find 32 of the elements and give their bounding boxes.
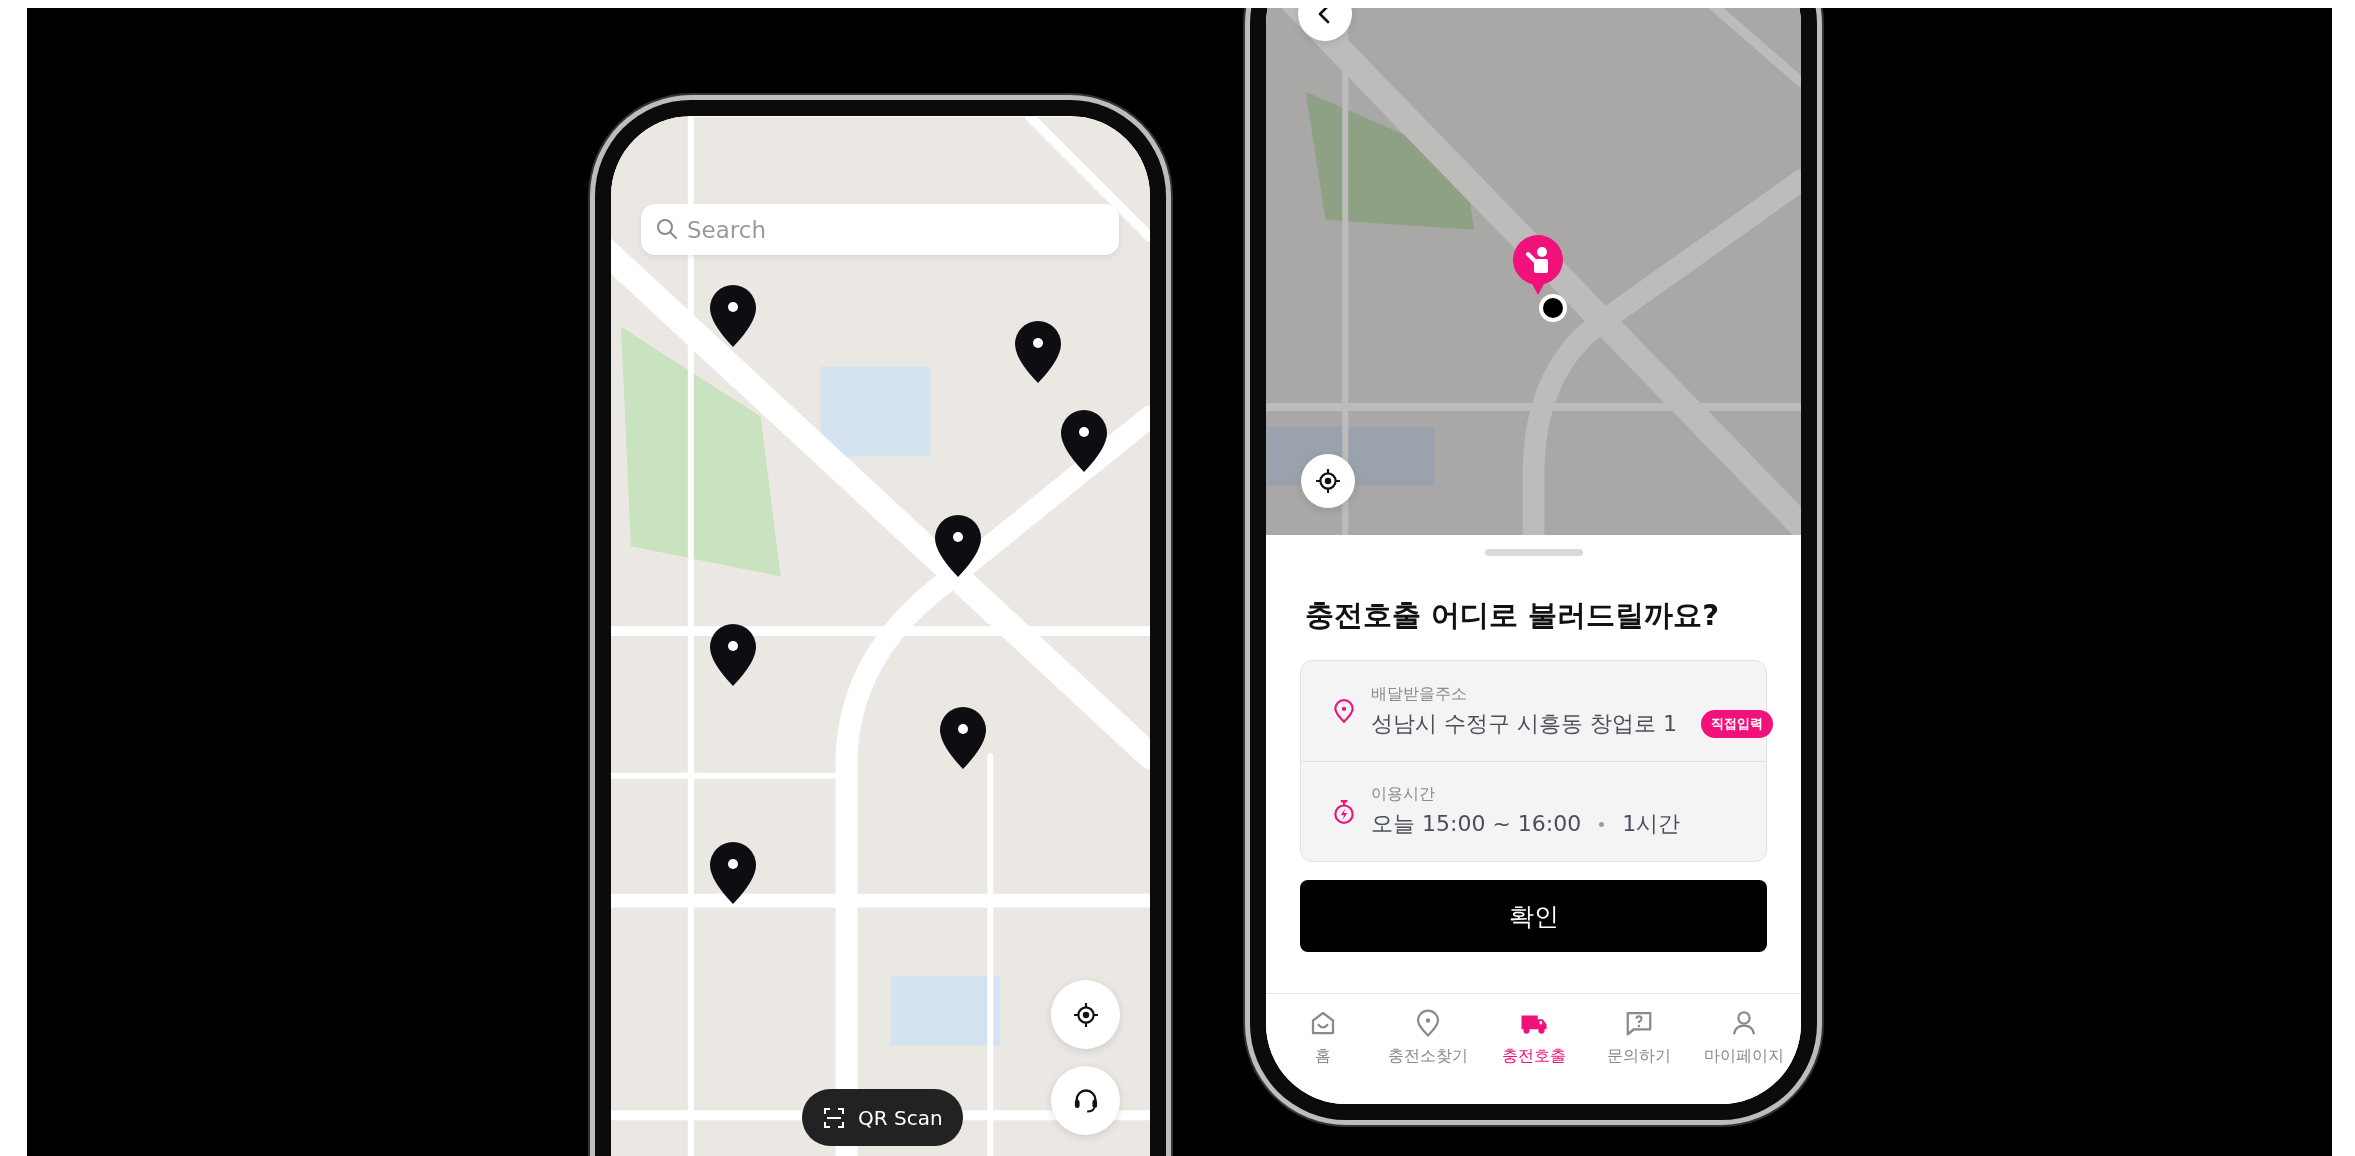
qr-scan-button[interactable]: QR Scan [802,1089,963,1146]
manual-input-button[interactable]: 직접입력 [1701,709,1773,738]
map-pin-icon[interactable] [938,705,988,771]
sheet-title: 충전호출 어디로 불러드릴까요? [1304,597,1720,634]
field-label: 배달받을주소 [1371,683,1468,705]
tab-item[interactable]: 홈 [1270,1008,1376,1067]
stopwatch-icon [1331,798,1357,825]
map-pin-icon[interactable] [708,840,758,906]
map-pin-icon[interactable] [933,513,983,579]
sheet-handle[interactable] [1484,549,1583,556]
map-pin-icon[interactable] [708,283,758,349]
field-label: 이용시간 [1371,784,1436,805]
scan-icon [822,1105,846,1130]
map-pin-icon[interactable] [1013,319,1063,385]
location-pin-icon [1331,698,1357,724]
crosshair-icon [1315,468,1341,494]
person-marker-icon [1512,234,1564,296]
confirm-button[interactable]: 확인 [1300,880,1767,952]
search-icon [655,217,679,241]
crosshair-icon [1072,1001,1099,1028]
field-value: 오늘 15:00 ~ 16:00 [1371,810,1582,838]
field-value: 성남시 수정구 시흥동 창업로 1 [1371,709,1677,738]
duration-text: 1시간 [1622,810,1681,838]
tab-item[interactable]: 충전소찾기 [1375,1008,1481,1067]
location-dot-icon [1539,294,1567,322]
tab-item[interactable]: 마이페이지 [1691,1008,1798,1067]
map-pin-icon[interactable] [708,622,758,688]
map-pin-icon[interactable] [1059,408,1109,474]
tab-item[interactable]: 문의하기 [1586,1008,1692,1067]
separator-dot [1599,821,1605,827]
tab-item[interactable]: 충전호출 [1480,1008,1587,1067]
search-field[interactable]: Search [641,204,1119,255]
